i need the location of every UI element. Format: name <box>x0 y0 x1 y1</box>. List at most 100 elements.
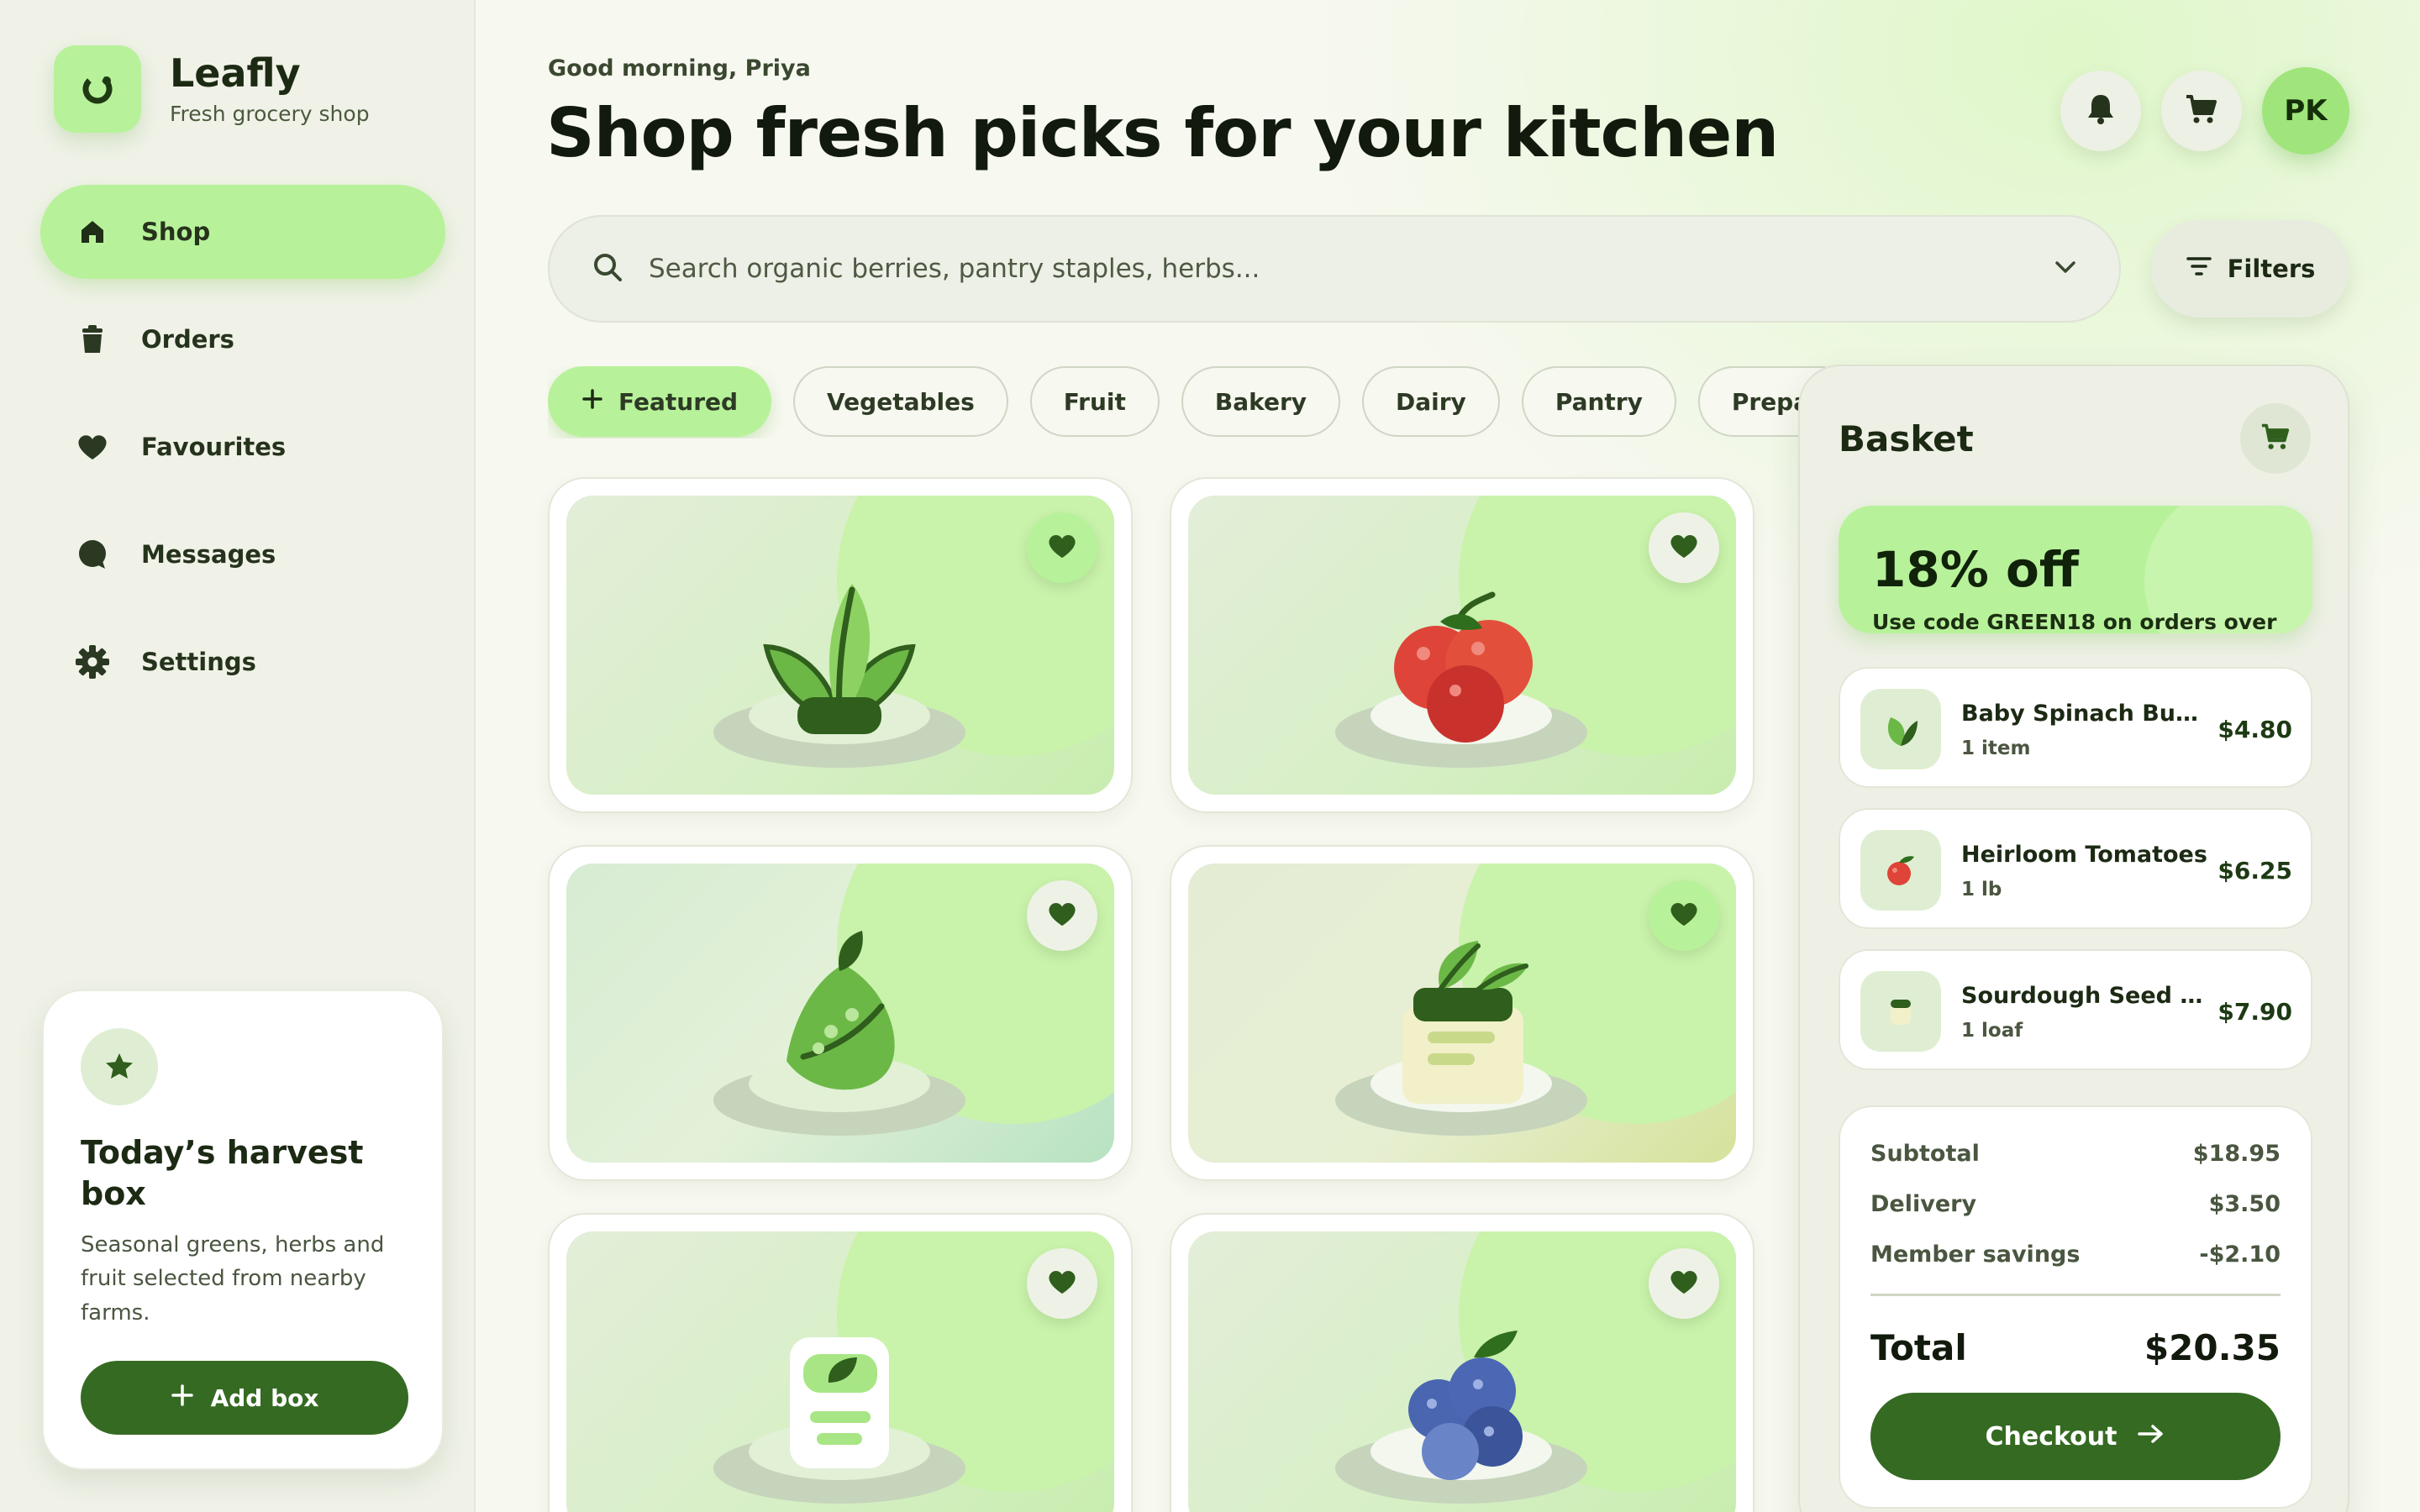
heart-icon <box>1047 533 1077 563</box>
favourite-button[interactable] <box>1027 1248 1097 1319</box>
chip-label: Fruit <box>1063 387 1126 416</box>
subtotal-label: Subtotal <box>1870 1141 1980 1167</box>
chip-pantry[interactable]: Pantry <box>1521 366 1676 437</box>
heart-icon <box>1669 1268 1699 1299</box>
chip-fruit[interactable]: Fruit <box>1029 366 1160 437</box>
heart-icon <box>1047 1268 1077 1299</box>
filter-icon <box>2186 255 2212 284</box>
order-summary: Subtotal $18.95 Delivery $3.50 Member sa… <box>1839 1105 2312 1509</box>
search-bar <box>548 215 2121 323</box>
product-card[interactable] <box>1170 1213 1754 1512</box>
savings-row: Member savings -$2.10 <box>1870 1242 2281 1268</box>
harvest-title: Today’s harvest box <box>81 1134 364 1213</box>
harvest-description: Seasonal greens, herbs and fruit selecte… <box>81 1232 385 1326</box>
bread-icon <box>1860 971 1941 1052</box>
basket-item[interactable]: Heirloom Tomatoes 1 lb $6.25 <box>1839 808 2312 929</box>
sidebar-item-orders[interactable]: Orders <box>40 292 445 386</box>
sidebar-item-messages[interactable]: Messages <box>40 507 445 601</box>
cart-button[interactable] <box>2161 71 2242 151</box>
item-name: Heirloom Tomatoes <box>1961 842 2207 868</box>
sidebar-item-favourites[interactable]: Favourites <box>40 400 445 494</box>
chip-label: Featured <box>618 387 739 416</box>
brand-subtitle: Fresh grocery shop <box>170 101 370 126</box>
subtotal-row: Subtotal $18.95 <box>1870 1141 2281 1167</box>
brand-name: Leafly <box>170 50 301 97</box>
item-price: $7.90 <box>2217 998 2292 1026</box>
search-icon <box>592 251 623 286</box>
checkout-label: Checkout <box>1985 1421 2118 1452</box>
subtotal-value: $18.95 <box>2192 1141 2281 1167</box>
chip-label: Pantry <box>1555 387 1643 416</box>
avatar[interactable]: PK <box>2262 67 2349 155</box>
tomato-icon <box>1860 830 1941 911</box>
checkout-button[interactable]: Checkout <box>1870 1393 2281 1480</box>
search-input[interactable] <box>649 254 2054 284</box>
bag-icon <box>74 321 111 358</box>
basket-item[interactable]: Baby Spinach Bundle 1 item $4.80 <box>1839 667 2312 788</box>
chip-bakery[interactable]: Bakery <box>1181 366 1341 437</box>
app-window: Leafly Fresh grocery shop Shop Orders Fa… <box>0 0 2420 1512</box>
chip-dairy[interactable]: Dairy <box>1362 366 1500 437</box>
heart-icon <box>1669 533 1699 563</box>
chip-featured[interactable]: Featured <box>548 366 772 437</box>
item-name: Baby Spinach Bundle <box>1961 701 2210 727</box>
filters-label: Filters <box>2227 255 2316 283</box>
chat-bubble-icon <box>74 536 111 573</box>
favourite-button[interactable] <box>1649 512 1719 583</box>
top-actions: PK <box>2060 67 2349 155</box>
product-card[interactable] <box>548 1213 1133 1512</box>
promo-banner[interactable]: 18% off Use code GREEN18 on orders over <box>1839 506 2312 633</box>
product-card[interactable] <box>548 477 1133 813</box>
heart-icon <box>1047 900 1077 931</box>
favourite-button[interactable] <box>1649 880 1719 951</box>
savings-value: -$2.10 <box>2199 1242 2281 1268</box>
favourite-button[interactable] <box>1027 880 1097 951</box>
sidebar-item-settings[interactable]: Settings <box>40 615 445 709</box>
add-box-label: Add box <box>210 1383 319 1412</box>
sidebar: Leafly Fresh grocery shop Shop Orders Fa… <box>0 0 476 1512</box>
add-box-button[interactable]: Add box <box>81 1361 408 1435</box>
sidebar-item-label: Messages <box>141 540 276 569</box>
product-card[interactable] <box>1170 845 1754 1181</box>
product-card[interactable] <box>1170 477 1754 813</box>
item-quantity: 1 lb <box>1961 879 2002 900</box>
star-icon <box>81 1028 158 1105</box>
favourite-button[interactable] <box>1027 512 1097 583</box>
leaf-icon <box>1860 689 1941 769</box>
favourite-button[interactable] <box>1649 1248 1719 1319</box>
notifications-button[interactable] <box>2060 71 2141 151</box>
cart-icon <box>2260 423 2291 454</box>
basket-panel: Basket 18% off Use code GREEN18 on order… <box>1798 365 2349 1512</box>
total-label: Total <box>1870 1327 1967 1368</box>
sidebar-item-shop[interactable]: Shop <box>40 185 445 279</box>
item-price: $6.25 <box>2217 857 2292 885</box>
basket-item[interactable]: Sourdough Seed Loaf 1 loaf $7.90 <box>1839 949 2312 1070</box>
summary-divider <box>1870 1294 2281 1296</box>
heart-icon <box>1669 900 1699 931</box>
gear-icon <box>74 643 111 680</box>
cart-icon <box>2185 93 2218 129</box>
delivery-label: Delivery <box>1870 1191 1977 1217</box>
chevron-down-icon[interactable] <box>2054 259 2077 279</box>
leafly-logo-icon <box>54 45 141 133</box>
item-quantity: 1 item <box>1961 738 2031 759</box>
home-icon <box>74 213 111 250</box>
sidebar-item-label: Settings <box>141 648 256 676</box>
chip-label: Dairy <box>1396 387 1466 416</box>
heart-icon <box>74 428 111 465</box>
delivery-value: $3.50 <box>2208 1191 2281 1217</box>
promo-value: 18% off <box>1872 541 2079 598</box>
savings-label: Member savings <box>1870 1242 2081 1268</box>
page-title: Shop fresh picks for your kitchen <box>546 94 1779 172</box>
item-name: Sourdough Seed Loaf <box>1961 983 2210 1009</box>
total-value: $20.35 <box>2144 1327 2281 1368</box>
sidebar-nav: Shop Orders Favourites Messages Settings <box>40 185 445 722</box>
chip-label: Bakery <box>1214 387 1307 416</box>
category-chips: Featured Vegetables Fruit Bakery Dairy P… <box>548 366 1825 438</box>
brand[interactable]: Leafly Fresh grocery shop <box>54 45 370 133</box>
chip-vegetables[interactable]: Vegetables <box>793 366 1008 437</box>
basket-cart-button[interactable] <box>2240 403 2311 474</box>
filters-button[interactable]: Filters <box>2151 220 2349 318</box>
product-card[interactable] <box>548 845 1133 1181</box>
greeting: Good morning, Priya <box>548 55 811 81</box>
